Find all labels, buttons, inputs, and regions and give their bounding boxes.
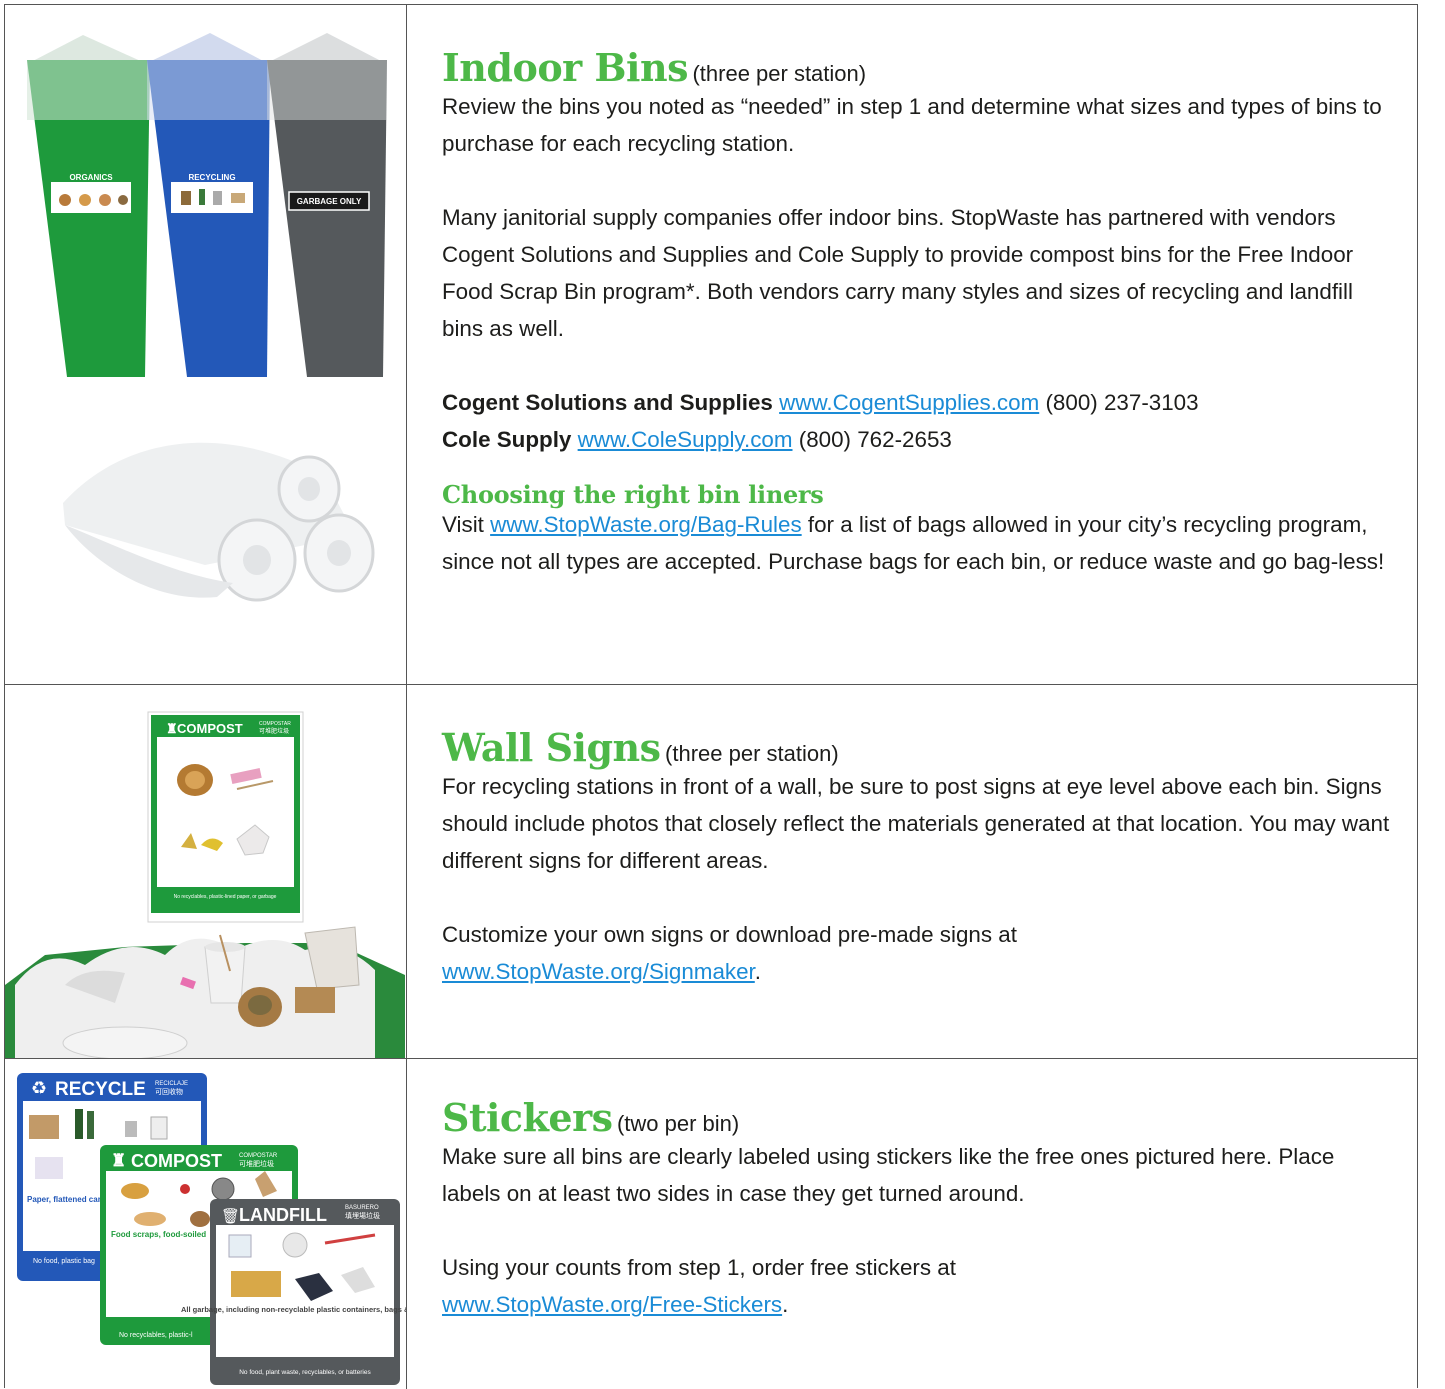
wall-signs-para2-post: . [754, 959, 762, 984]
recycling-label-text: RECYCLING [188, 173, 235, 182]
compost-sticker-caption: Food scraps, food-soiled [111, 1230, 206, 1239]
landfill-caption: All garbage, including non-recyclable pl… [181, 1305, 406, 1314]
stickers-qualifier: (two per bin) [616, 1111, 740, 1136]
recycle-sub2: 可回收物 [155, 1087, 183, 1096]
wall-signs-title: Wall Signs [442, 725, 661, 770]
sign-sub2: 可堆肥垃圾 [259, 727, 289, 735]
vendor-cole-name: Cole Supply [442, 427, 572, 452]
vendor-cogent-phone: (800) 237-3103 [1045, 390, 1199, 415]
stickers-text: Stickers (two per bin) Make sure all bin… [442, 1095, 1392, 1323]
signmaker-link[interactable]: www.StopWaste.org/Signmaker [442, 959, 755, 984]
vendor-cole-link[interactable]: www.ColeSupply.com [578, 427, 793, 452]
recycle-icon: ♻ [31, 1078, 47, 1099]
compost-sticker-footer: No recyclables, plastic-l [119, 1332, 193, 1339]
stickers-illustration: ♻ RECYCLE RECICLAJE 可回收物 Paper, flattene… [17, 1073, 406, 1385]
column-divider [406, 1059, 407, 1389]
content-table: ORGANICS RECYCLING GARBAGE ONLY Indoor B… [4, 4, 1418, 1389]
compost-sticker-icon: ♜ [111, 1151, 126, 1170]
liners-paragraph: Visit www.StopWaste.org/Bag-Rules for a … [442, 506, 1392, 580]
indoor-bins-row: ORGANICS RECYCLING GARBAGE ONLY Indoor B… [5, 5, 1417, 685]
indoor-bins-para2: Many janitorial supply companies offer i… [442, 205, 1354, 341]
compost-sign-illustration: ♜ COMPOST COMPOSTAR 可堆肥垃圾 No recyclables… [5, 711, 405, 1058]
stickers-image: ♻ RECYCLE RECICLAJE 可回收物 Paper, flattene… [5, 1059, 406, 1389]
vendor-cogent-link[interactable]: www.CogentSupplies.com [779, 390, 1039, 415]
landfill-footer: No food, plant waste, recyclables, or ba… [239, 1369, 371, 1376]
indoor-bins-image: ORGANICS RECYCLING GARBAGE ONLY [5, 5, 406, 684]
trash-icon: 🗑 [221, 1207, 240, 1225]
indoor-bins-text: Indoor Bins (three per station) Review t… [442, 45, 1392, 580]
column-divider [406, 685, 407, 1058]
wall-signs-para2-pre: Customize your own signs or download pre… [442, 922, 1017, 947]
recycle-title: RECYCLE [55, 1079, 146, 1100]
bins-illustration: ORGANICS RECYCLING GARBAGE ONLY [27, 33, 387, 602]
stickers-para2-link-line: www.StopWaste.org/Free-Stickers. [442, 1286, 1392, 1323]
recycle-footer: No food, plastic bag [33, 1258, 95, 1265]
indoor-bins-qualifier: (three per station) [692, 61, 867, 86]
recycle-caption: Paper, flattened card [27, 1195, 106, 1204]
wall-signs-row: ♜ COMPOST COMPOSTAR 可堆肥垃圾 No recyclables… [5, 685, 1417, 1059]
sign-title: COMPOST [177, 721, 243, 736]
stickers-row: ♻ RECYCLE RECICLAJE 可回收物 Paper, flattene… [5, 1059, 1417, 1389]
landfill-sub2: 填埋場垃圾 [345, 1211, 380, 1220]
organics-label-text: ORGANICS [69, 173, 113, 182]
garbage-label-text: GARBAGE ONLY [297, 197, 362, 206]
recycle-sub1: RECICLAJE [155, 1081, 188, 1087]
vendor-cogent-name: Cogent Solutions and Supplies [442, 390, 773, 415]
landfill-sub1: BASURERO [345, 1205, 379, 1211]
sign-sub1: COMPOSTAR [259, 721, 291, 727]
indoor-bins-title: Indoor Bins [442, 45, 689, 90]
free-stickers-link[interactable]: www.StopWaste.org/Free-Stickers [442, 1292, 782, 1317]
compost-sticker-sub2: 可堆肥垃圾 [239, 1159, 274, 1168]
vendor-cogent: Cogent Solutions and Supplies www.Cogent… [442, 384, 1392, 421]
sign-icon: ♜ [166, 721, 178, 736]
sign-footer: No recyclables, plastic-lined paper, or … [174, 894, 277, 900]
wall-signs-para2-link-line: www.StopWaste.org/Signmaker. [442, 953, 1392, 990]
column-divider [406, 5, 407, 684]
liners-pre: Visit [442, 512, 491, 537]
vendor-cole-phone: (800) 762-2653 [798, 427, 952, 452]
stickers-para2-pre: Using your counts from step 1, order fre… [442, 1255, 956, 1280]
wall-signs-image: ♜ COMPOST COMPOSTAR 可堆肥垃圾 No recyclables… [5, 685, 406, 1058]
wall-signs-qualifier: (three per station) [665, 741, 839, 766]
bag-rules-link[interactable]: www.StopWaste.org/Bag-Rules [490, 512, 802, 537]
landfill-title: LANDFILL [239, 1205, 327, 1225]
wall-signs-para1: For recycling stations in front of a wal… [442, 774, 1390, 873]
liners-heading: Choosing the right bin liners [442, 480, 824, 509]
wall-signs-text: Wall Signs (three per station) For recyc… [442, 725, 1392, 990]
vendor-cole: Cole Supply www.ColeSupply.com (800) 762… [442, 421, 1392, 458]
compost-sticker-title: COMPOST [131, 1151, 222, 1171]
indoor-bins-heading: Indoor Bins (three per station) [442, 45, 1392, 90]
stickers-para2-post: . [782, 1292, 789, 1317]
stickers-heading: Stickers (two per bin) [442, 1095, 1392, 1140]
wall-signs-heading: Wall Signs (three per station) [442, 725, 1392, 770]
indoor-bins-para1: Review the bins you noted as “needed” in… [442, 94, 1382, 156]
stickers-title: Stickers [442, 1095, 613, 1140]
compost-sticker-sub1: COMPOSTAR [239, 1153, 278, 1159]
stickers-para1: Make sure all bins are clearly labeled u… [442, 1144, 1335, 1206]
